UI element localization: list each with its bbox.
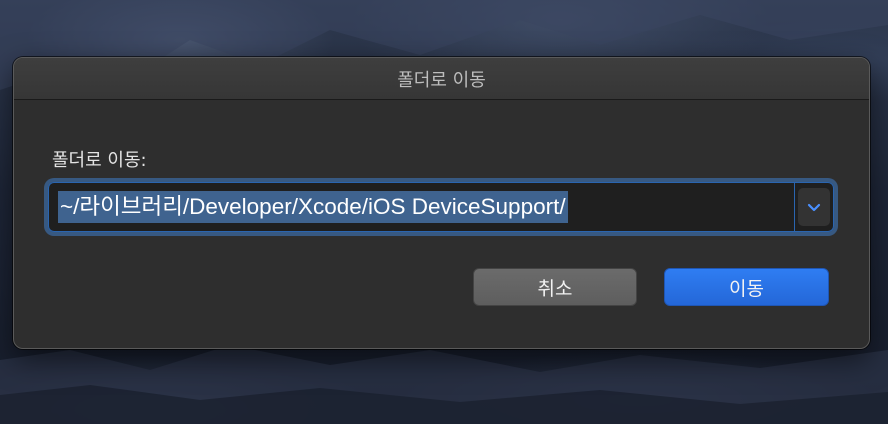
path-history-dropdown-button[interactable] — [794, 182, 834, 232]
cancel-button[interactable]: 취소 — [473, 268, 637, 306]
go-button[interactable]: 이동 — [664, 268, 829, 306]
dialog-titlebar: 폴더로 이동 — [14, 58, 869, 100]
dropdown-button-face — [798, 188, 830, 226]
folder-path-value: ~/라이브러리/Developer/Xcode/iOS DeviceSuppor… — [58, 191, 568, 223]
go-to-folder-label: 폴더로 이동: — [52, 150, 147, 171]
folder-path-input[interactable]: ~/라이브러리/Developer/Xcode/iOS DeviceSuppor… — [48, 182, 794, 232]
folder-path-combobox[interactable]: ~/라이브러리/Developer/Xcode/iOS DeviceSuppor… — [48, 182, 834, 232]
dialog-title: 폴더로 이동 — [397, 69, 486, 91]
desktop-wallpaper: 폴더로 이동 폴더로 이동: ~/라이브러리/Developer/Xcode/i… — [0, 0, 888, 424]
go-to-folder-dialog: 폴더로 이동 폴더로 이동: ~/라이브러리/Developer/Xcode/i… — [13, 57, 870, 349]
chevron-down-icon — [807, 203, 821, 212]
